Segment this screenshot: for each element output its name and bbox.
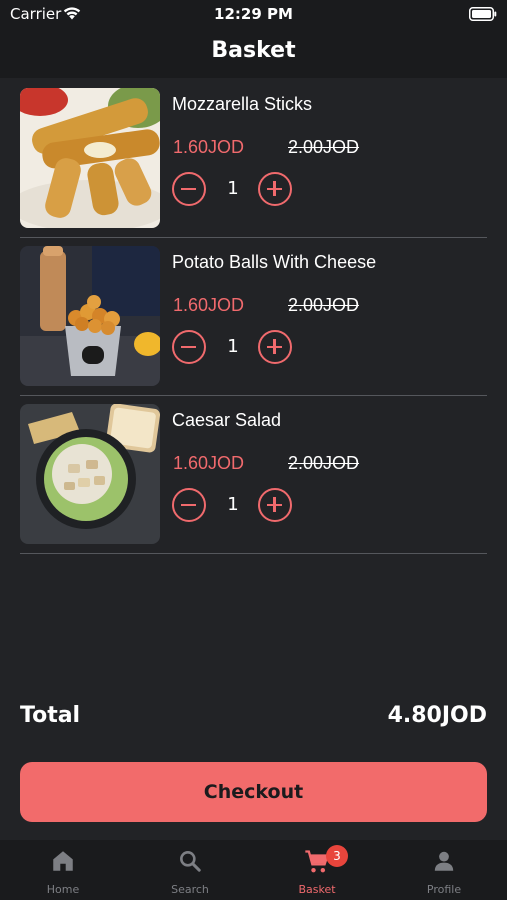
item-quantity: 1 xyxy=(227,178,239,199)
tab-search[interactable]: Search xyxy=(127,840,253,900)
decrease-quantity-button[interactable] xyxy=(172,172,206,206)
home-icon xyxy=(53,851,73,871)
status-bar: Carrier 12:29 PM xyxy=(0,0,507,30)
basket-item-mozzarella-sticks: Mozzarella Sticks 1.60JOD 2.00JOD 1 xyxy=(20,80,487,238)
tab-profile[interactable]: Profile xyxy=(381,840,507,900)
decrease-quantity-button[interactable] xyxy=(172,488,206,522)
total-row: Total 4.80JOD xyxy=(20,703,487,735)
increase-quantity-button[interactable] xyxy=(258,488,292,522)
increase-quantity-button[interactable] xyxy=(258,172,292,206)
cart-count-badge: 3 xyxy=(326,845,348,867)
basket-item-potato-balls: Potato Balls With Cheese 1.60JOD 2.00JOD… xyxy=(20,238,487,396)
tab-label: Home xyxy=(46,883,80,896)
tab-basket[interactable]: 3 Basket xyxy=(254,840,380,900)
search-icon xyxy=(180,851,201,872)
item-price: 1.60JOD xyxy=(173,453,245,473)
person-icon xyxy=(434,851,454,871)
item-old-price: 2.00JOD xyxy=(288,453,360,473)
potato-balls-image xyxy=(20,246,160,386)
page-title: Basket xyxy=(211,38,296,63)
caesar-salad-image xyxy=(20,404,160,544)
item-price: 1.60JOD xyxy=(173,295,245,315)
checkout-button[interactable]: Checkout xyxy=(20,762,487,822)
nav-header: Basket xyxy=(0,30,507,78)
item-name: Potato Balls With Cheese xyxy=(172,252,377,272)
item-quantity: 1 xyxy=(227,336,239,357)
tab-home[interactable]: Home xyxy=(0,840,126,900)
total-label: Total xyxy=(20,703,81,728)
status-time: 12:29 PM xyxy=(214,5,293,23)
item-price: 1.60JOD xyxy=(173,137,245,157)
tab-label: Profile xyxy=(426,883,462,896)
item-quantity: 1 xyxy=(227,494,239,515)
item-old-price: 2.00JOD xyxy=(288,137,360,157)
tab-bar: Home Search 3 Basket Profile xyxy=(0,840,507,900)
mozzarella-sticks-image xyxy=(20,88,160,228)
battery-icon xyxy=(469,7,497,21)
tab-label: Search xyxy=(171,883,209,896)
decrease-quantity-button[interactable] xyxy=(172,330,206,364)
tab-label: Basket xyxy=(298,883,336,896)
item-name: Mozzarella Sticks xyxy=(172,94,313,114)
item-name: Caesar Salad xyxy=(172,410,282,430)
basket-item-caesar-salad: Caesar Salad 1.60JOD 2.00JOD 1 xyxy=(20,396,487,554)
increase-quantity-button[interactable] xyxy=(258,330,292,364)
item-old-price: 2.00JOD xyxy=(288,295,360,315)
total-value: 4.80JOD xyxy=(387,703,487,728)
